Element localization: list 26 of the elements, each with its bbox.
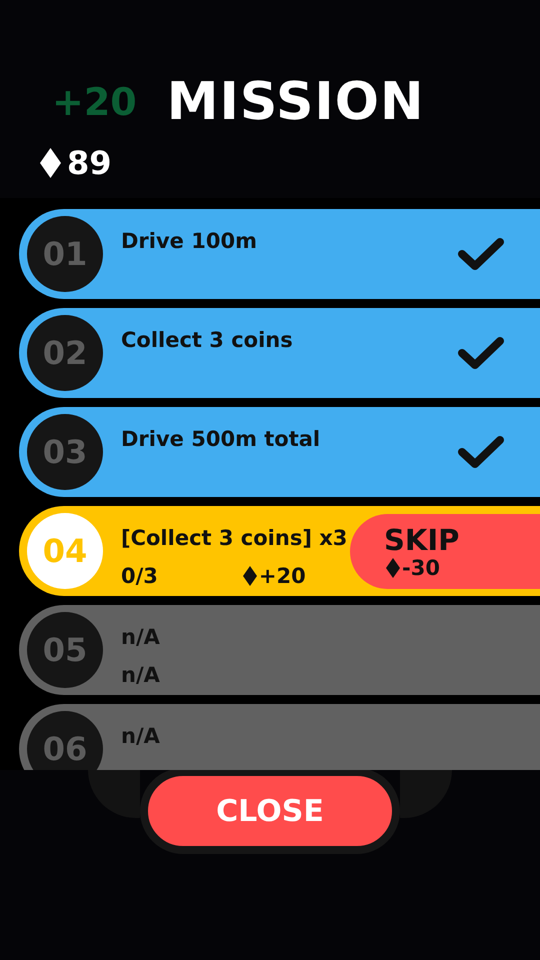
mission-number: 04	[27, 513, 103, 589]
gem-balance: 89	[67, 144, 112, 182]
close-button[interactable]: CLOSE	[140, 768, 400, 854]
mission-progress: n/A	[121, 663, 160, 687]
mission-title: [Collect 3 coins] x3	[121, 526, 348, 550]
diamond-icon	[386, 558, 400, 578]
mission-title: n/A	[121, 724, 160, 748]
mission-reward: +20	[258, 564, 306, 588]
bonus-points: +20	[52, 80, 137, 124]
mission-title: Drive 100m	[121, 229, 257, 253]
skip-button[interactable]: SKIP -30	[350, 514, 540, 589]
diamond-icon	[242, 566, 257, 586]
mission-number: 05	[27, 612, 103, 688]
mission-number: 03	[27, 414, 103, 490]
checkmark-icon	[458, 237, 504, 271]
mission-progress: 0/3	[121, 564, 158, 588]
mission-number: 02	[27, 315, 103, 391]
mission-title: Drive 500m total	[121, 427, 320, 451]
screen-title: MISSION	[166, 72, 424, 132]
checkmark-icon	[458, 336, 504, 370]
mission-title: n/A	[121, 625, 160, 649]
checkmark-icon	[458, 435, 504, 469]
mission-title: Collect 3 coins	[121, 328, 293, 352]
mission-number: 06	[27, 711, 103, 770]
mission-number: 01	[27, 216, 103, 292]
diamond-icon	[40, 148, 61, 178]
